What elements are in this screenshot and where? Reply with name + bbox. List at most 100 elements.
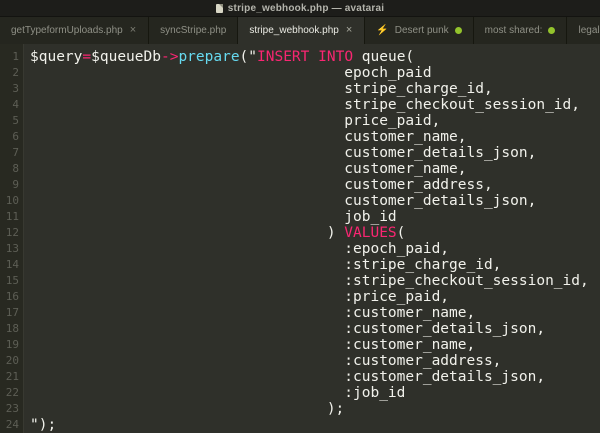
tab-bar: getTypeformUploads.php × syncStripe.php str… [0, 17, 600, 44]
code-token: customer_details_json, [344, 193, 536, 209]
code-line[interactable]: 1$query=$queueDb->prepare("INSERT INTO q… [0, 49, 600, 65]
window-titlebar: stripe_webhook.php — avatarai [0, 0, 600, 17]
line-number: 2 [0, 65, 24, 81]
code-token: customer_details_json, [344, 145, 536, 161]
code-line[interactable]: 12 ) VALUES( [0, 225, 600, 241]
code-token: :job_id [344, 385, 405, 401]
tab-label: syncStripe.php [160, 25, 226, 36]
document-icon [216, 4, 223, 13]
code-editor[interactable]: 1$query=$queueDb->prepare("INSERT INTO q… [0, 44, 600, 433]
line-number: 8 [0, 161, 24, 177]
line-number: 9 [0, 177, 24, 193]
code-text: :price_paid, [24, 289, 449, 305]
close-tab-icon[interactable]: × [345, 25, 353, 36]
code-token: epoch_paid [344, 65, 431, 81]
code-text: :customer_details_json, [24, 369, 545, 385]
code-line[interactable]: 22 :job_id [0, 385, 600, 401]
code-line[interactable]: 16 :price_paid, [0, 289, 600, 305]
code-token: $query [30, 49, 82, 65]
tab-stripe-webhook-php[interactable]: stripe_webhook.php × [238, 17, 365, 44]
code-token: job_id [344, 209, 396, 225]
code-line[interactable]: 6 customer_name, [0, 129, 600, 145]
code-line[interactable]: 9 customer_address, [0, 177, 600, 193]
code-text: :stripe_charge_id, [24, 257, 501, 273]
code-text: :customer_name, [24, 305, 475, 321]
code-line[interactable]: 4 stripe_checkout_session_id, [0, 97, 600, 113]
code-token: price_paid, [344, 113, 440, 129]
code-text: customer_name, [24, 161, 467, 177]
code-line[interactable]: 7 customer_details_json, [0, 145, 600, 161]
code-line[interactable]: 14 :stripe_charge_id, [0, 257, 600, 273]
tab-label: getTypeformUploads.php [11, 25, 123, 36]
code-token: stripe_charge_id, [344, 81, 492, 97]
tab-most-shared-[interactable]: most shared: [474, 17, 568, 44]
code-line[interactable]: 5 price_paid, [0, 113, 600, 129]
close-tab-icon[interactable]: × [129, 25, 137, 36]
code-text: ); [24, 401, 344, 417]
code-token: :customer_name, [344, 337, 475, 353]
code-token: "); [30, 417, 56, 433]
code-line[interactable]: 8 customer_name, [0, 161, 600, 177]
code-token: customer_name, [344, 161, 466, 177]
tab-label: Desert punk [395, 25, 449, 36]
tab-label: stripe_webhook.php [249, 25, 339, 36]
line-number: 24 [0, 417, 24, 433]
line-number: 14 [0, 257, 24, 273]
code-area: 1$query=$queueDb->prepare("INSERT INTO q… [0, 49, 600, 433]
lightning-icon: ⚡ [376, 26, 388, 36]
code-text: :customer_address, [24, 353, 501, 369]
code-token: stripe_checkout_session_id, [344, 97, 580, 113]
line-number: 1 [0, 49, 24, 65]
code-line[interactable]: 23 ); [0, 401, 600, 417]
code-text: :epoch_paid, [24, 241, 449, 257]
code-token: customer_address, [344, 177, 492, 193]
code-token: :stripe_charge_id, [344, 257, 501, 273]
code-line[interactable]: 18 :customer_details_json, [0, 321, 600, 337]
line-number: 10 [0, 193, 24, 209]
line-number: 22 [0, 385, 24, 401]
code-line[interactable]: 3 stripe_charge_id, [0, 81, 600, 97]
code-token: queue( [353, 49, 414, 65]
line-number: 16 [0, 289, 24, 305]
code-line[interactable]: 24 "); [0, 417, 600, 433]
tab-label: most shared: [485, 25, 543, 36]
modified-indicator [455, 27, 462, 34]
code-token: (" [240, 49, 257, 65]
tab-gettypeformuploads-php[interactable]: getTypeformUploads.php × [0, 17, 149, 44]
code-text: stripe_charge_id, [24, 81, 493, 97]
code-text: epoch_paid [24, 65, 432, 81]
code-text: customer_details_json, [24, 193, 536, 209]
tab-desert-punk[interactable]: ⚡ Desert punk [365, 17, 473, 44]
tab-syncstripe-php[interactable]: syncStripe.php [149, 17, 238, 44]
code-token: :stripe_checkout_session_id, [344, 273, 588, 289]
code-text: customer_details_json, [24, 145, 536, 161]
code-text: job_id [24, 209, 397, 225]
code-line[interactable]: 10 customer_details_json, [0, 193, 600, 209]
code-line[interactable]: 11 job_id [0, 209, 600, 225]
line-number: 3 [0, 81, 24, 97]
code-token: INSERT INTO [257, 49, 353, 65]
code-token: ); [327, 401, 344, 417]
line-number: 20 [0, 353, 24, 369]
line-number: 18 [0, 321, 24, 337]
tab-legal-php[interactable]: legal.php [567, 17, 600, 44]
code-line[interactable]: 2 epoch_paid [0, 65, 600, 81]
code-text: customer_address, [24, 177, 493, 193]
code-line[interactable]: 17 :customer_name, [0, 305, 600, 321]
code-text: :stripe_checkout_session_id, [24, 273, 589, 289]
code-token: ) [327, 225, 344, 241]
code-line[interactable]: 21 :customer_details_json, [0, 369, 600, 385]
code-text: :customer_name, [24, 337, 475, 353]
code-line[interactable]: 20 :customer_address, [0, 353, 600, 369]
code-line[interactable]: 15 :stripe_checkout_session_id, [0, 273, 600, 289]
code-token: :customer_details_json, [344, 369, 545, 385]
code-line[interactable]: 19 :customer_name, [0, 337, 600, 353]
line-number: 7 [0, 145, 24, 161]
code-token: prepare [178, 49, 239, 65]
code-text: "); [24, 417, 56, 433]
line-number: 23 [0, 401, 24, 417]
code-token: $queueDb [91, 49, 161, 65]
line-number: 13 [0, 241, 24, 257]
code-line[interactable]: 13 :epoch_paid, [0, 241, 600, 257]
tab-label: legal.php [578, 25, 600, 36]
